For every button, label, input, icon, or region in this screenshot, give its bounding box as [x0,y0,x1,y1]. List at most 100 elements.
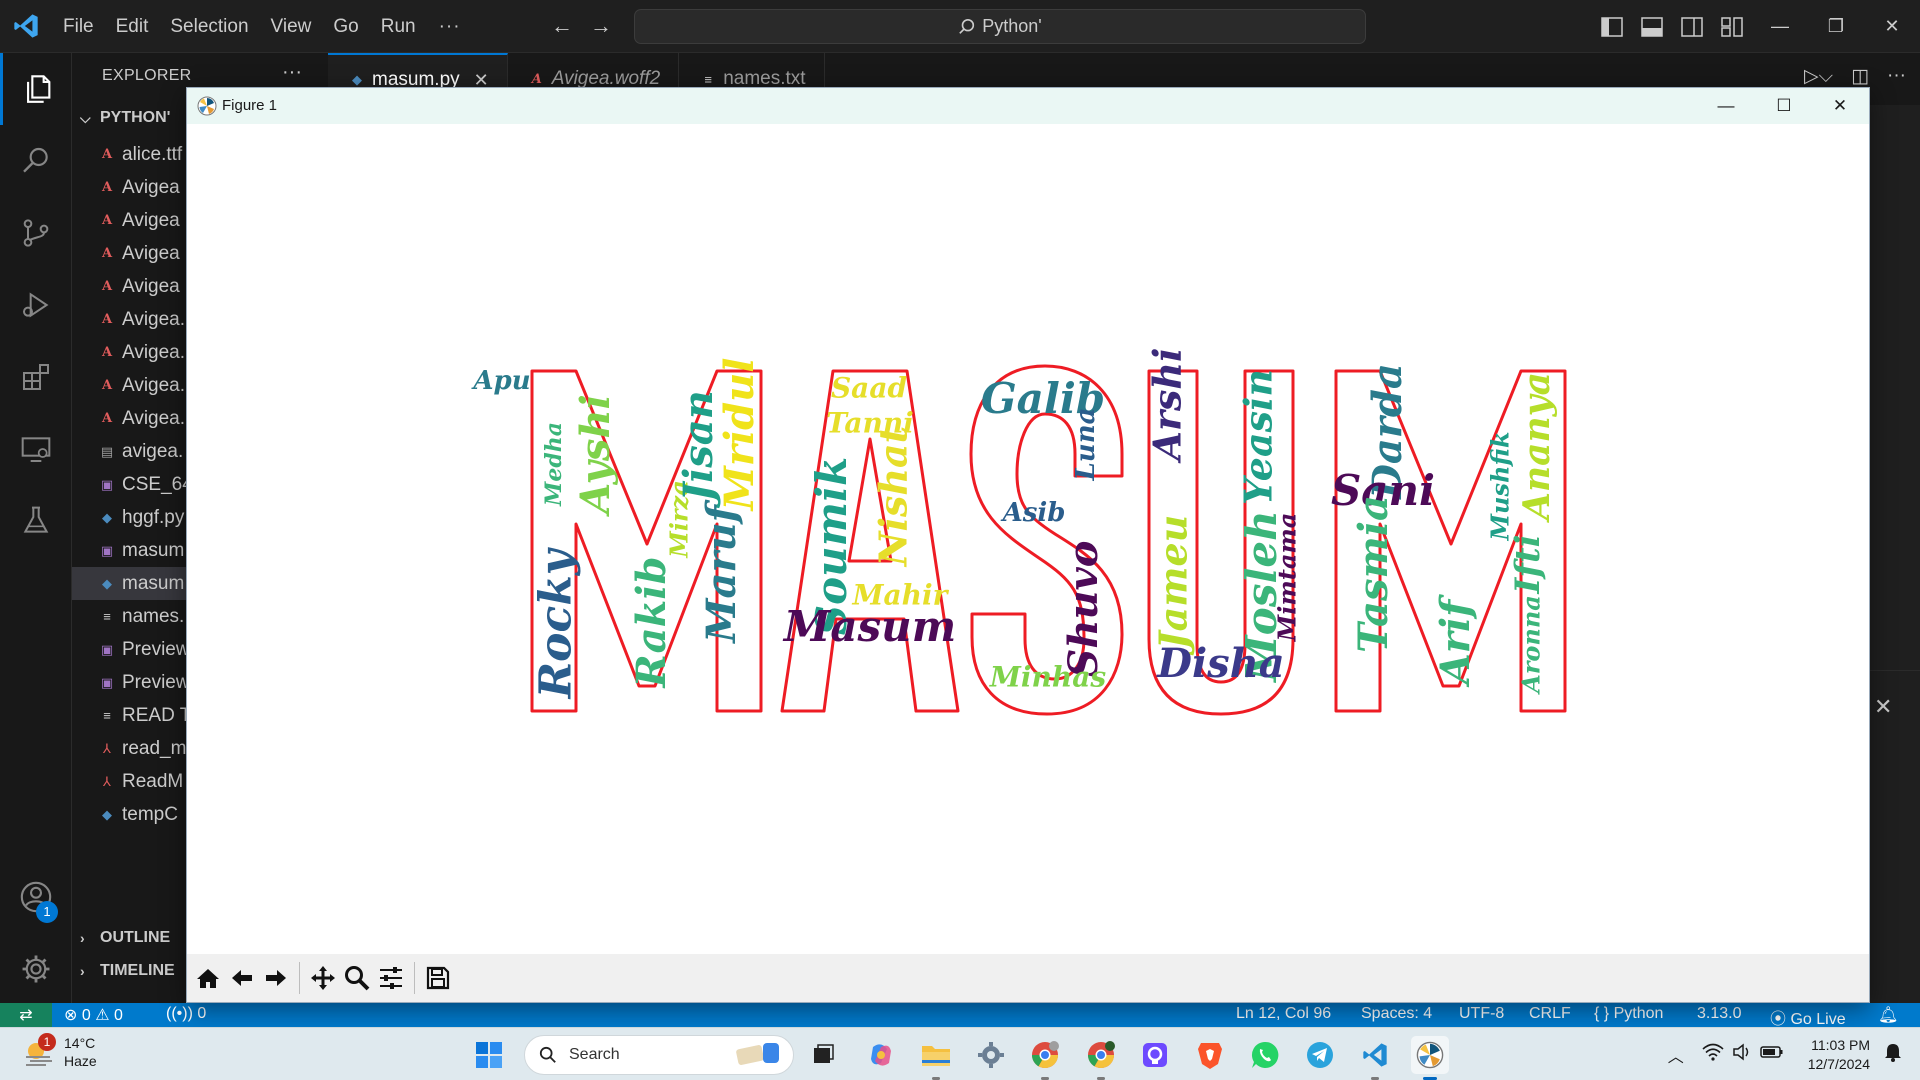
python-figure-taskbar-icon[interactable] [1411,1036,1449,1080]
go-live-button[interactable]: ⦿ Go Live [1770,1005,1846,1029]
save-figure-icon[interactable] [421,958,455,998]
chrome-profile-1-icon[interactable] [1026,1036,1064,1080]
chrome-profile-2-icon[interactable] [1082,1036,1120,1080]
accounts-icon[interactable]: 1 [0,861,72,933]
haze-weather-icon: 1 [22,1033,56,1069]
proton-vpn-icon[interactable] [1136,1036,1174,1074]
taskbar-search-box[interactable]: Search [524,1035,794,1075]
cursor-position[interactable]: Ln 12, Col 96 [1236,1005,1331,1023]
encoding[interactable]: UTF-8 [1459,1005,1504,1023]
figure-canvas[interactable]: Apu Medha Ayshi Rocky Rakib Mirza Jisan Mridul M… [187,124,1869,954]
chevron-down-icon: ⌵ [80,109,91,126]
file-name: read_m [122,737,187,759]
toggle-primary-sidebar-icon[interactable] [1592,0,1632,53]
command-center-text: Python' [982,16,1042,36]
vscode-logo-icon[interactable] [12,12,40,40]
zoom-icon[interactable] [340,958,374,998]
brave-browser-icon[interactable] [1191,1036,1229,1074]
notifications-bell-icon[interactable] [1884,1042,1902,1067]
settings-app-icon[interactable] [972,1036,1010,1074]
more-actions-icon[interactable]: ··· [1887,65,1906,88]
ports-indicator[interactable]: ((•)) 0 [166,1005,206,1023]
go-live-icon: ⦿ [1770,1011,1787,1028]
wordcloud-word: Mushfik [1486,431,1515,541]
folder-label: PYTHON' [100,109,171,126]
menu-selection[interactable]: Selection [159,0,259,53]
folder-python[interactable]: ⌵ PYTHON' [80,109,170,127]
configure-subplots-icon[interactable] [374,958,408,998]
volume-icon[interactable] [1732,1043,1752,1066]
figure-close-icon[interactable]: ✕ [1811,88,1869,124]
run-python-file-icon[interactable]: ▷⌵ [1804,65,1833,88]
toggle-panel-icon[interactable] [1632,0,1672,53]
menu-view[interactable]: View [260,0,323,53]
figure-minimize-icon[interactable]: — [1697,88,1755,124]
battery-icon[interactable] [1759,1044,1784,1065]
chevron-up-icon[interactable]: ︿ [1668,1043,1684,1067]
source-control-icon[interactable] [0,197,72,269]
customize-layout-icon[interactable] [1712,0,1752,53]
copilot-icon[interactable] [862,1036,900,1074]
testing-icon[interactable] [0,485,72,557]
weather-condition: Haze [64,1053,97,1069]
remote-icon[interactable]: ⇄ [0,1003,52,1027]
vscode-taskbar-icon[interactable] [1356,1036,1394,1080]
warning-count: 0 [114,1007,123,1024]
close-window-icon[interactable]: ✕ [1864,0,1920,53]
forward-arrow-icon[interactable]: → [588,13,614,39]
explorer-icon[interactable] [0,53,72,125]
wordcloud-word: Medha [541,422,567,507]
notifications-bell-icon[interactable]: 🔔︎ [1878,1005,1898,1025]
end-of-line[interactable]: CRLF [1529,1005,1571,1023]
telegram-icon[interactable] [1301,1036,1339,1074]
split-editor-icon[interactable]: ◫ [1851,65,1869,88]
whatsapp-icon[interactable] [1246,1036,1284,1074]
language-mode[interactable]: { } Python [1594,1005,1663,1023]
toggle-secondary-sidebar-icon[interactable] [1672,0,1712,53]
run-debug-icon[interactable] [0,269,72,341]
status-bar: ⇄ ⊗ 0 ⚠ 0 ((•)) 0 Ln 12, Col 96 Spaces: … [0,1003,1920,1029]
chevron-right-icon: › [80,963,85,979]
python-interpreter[interactable]: 3.13.0 [1697,1005,1741,1023]
task-view-icon[interactable] [804,1036,842,1074]
settings-gear-icon[interactable] [0,933,72,1005]
menu-more-button[interactable]: ··· [427,16,473,38]
home-icon[interactable] [191,958,225,998]
clock[interactable]: 11:03 PM 12/7/2024 [1808,1036,1870,1074]
weather-widget[interactable]: 1 14°C Haze [22,1033,97,1070]
wordcloud-svg: ApuMedha AyshiRocky RakibMirzaJisanMridulM… [470,348,1567,716]
wifi-icon[interactable] [1702,1043,1724,1066]
file-explorer-icon[interactable] [917,1036,955,1080]
timeline-section[interactable]: › TIMELINE [80,962,175,980]
menu-file[interactable]: File [52,0,105,53]
figure-title-bar[interactable]: Figure 1 — ☐ ✕ [187,88,1869,124]
wordcloud-word: Minhas [989,661,1106,694]
indentation[interactable]: Spaces: 4 [1361,1005,1432,1023]
wordcloud-word: Tasmia [1350,495,1397,653]
back-icon[interactable] [225,958,259,998]
pan-icon[interactable] [306,958,340,998]
restore-window-icon[interactable]: ❐ [1808,0,1864,53]
outline-section[interactable]: › OUTLINE [80,929,170,947]
forward-icon[interactable] [259,958,293,998]
menu-run[interactable]: Run [370,0,427,53]
error-icon: ⊗ [64,1007,78,1024]
close-panel-icon[interactable]: ✕ [1874,694,1892,720]
windows-taskbar: 1 14°C Haze Search ︿ 11:03 PM 12/7/2024 [0,1027,1920,1080]
wordcloud-word: Arshi [1145,348,1190,464]
search-icon[interactable] [0,125,72,197]
problems-indicator[interactable]: ⊗ 0 ⚠ 0 [64,1005,123,1025]
back-arrow-icon[interactable]: ← [549,13,575,39]
menu-edit[interactable]: Edit [105,0,160,53]
file-name: Avigea [122,275,180,297]
file-name: masum [122,572,185,594]
wordcloud-word: Ayshi [572,394,619,517]
remote-explorer-icon[interactable] [0,413,72,485]
extensions-icon[interactable] [0,341,72,413]
menu-go[interactable]: Go [322,0,369,53]
explorer-more-button[interactable]: ··· [282,61,302,84]
figure-maximize-icon[interactable]: ☐ [1755,88,1813,124]
command-center[interactable]: Python' [634,9,1366,44]
start-button-windows-icon[interactable] [470,1036,508,1074]
minimize-window-icon[interactable]: — [1752,0,1808,53]
